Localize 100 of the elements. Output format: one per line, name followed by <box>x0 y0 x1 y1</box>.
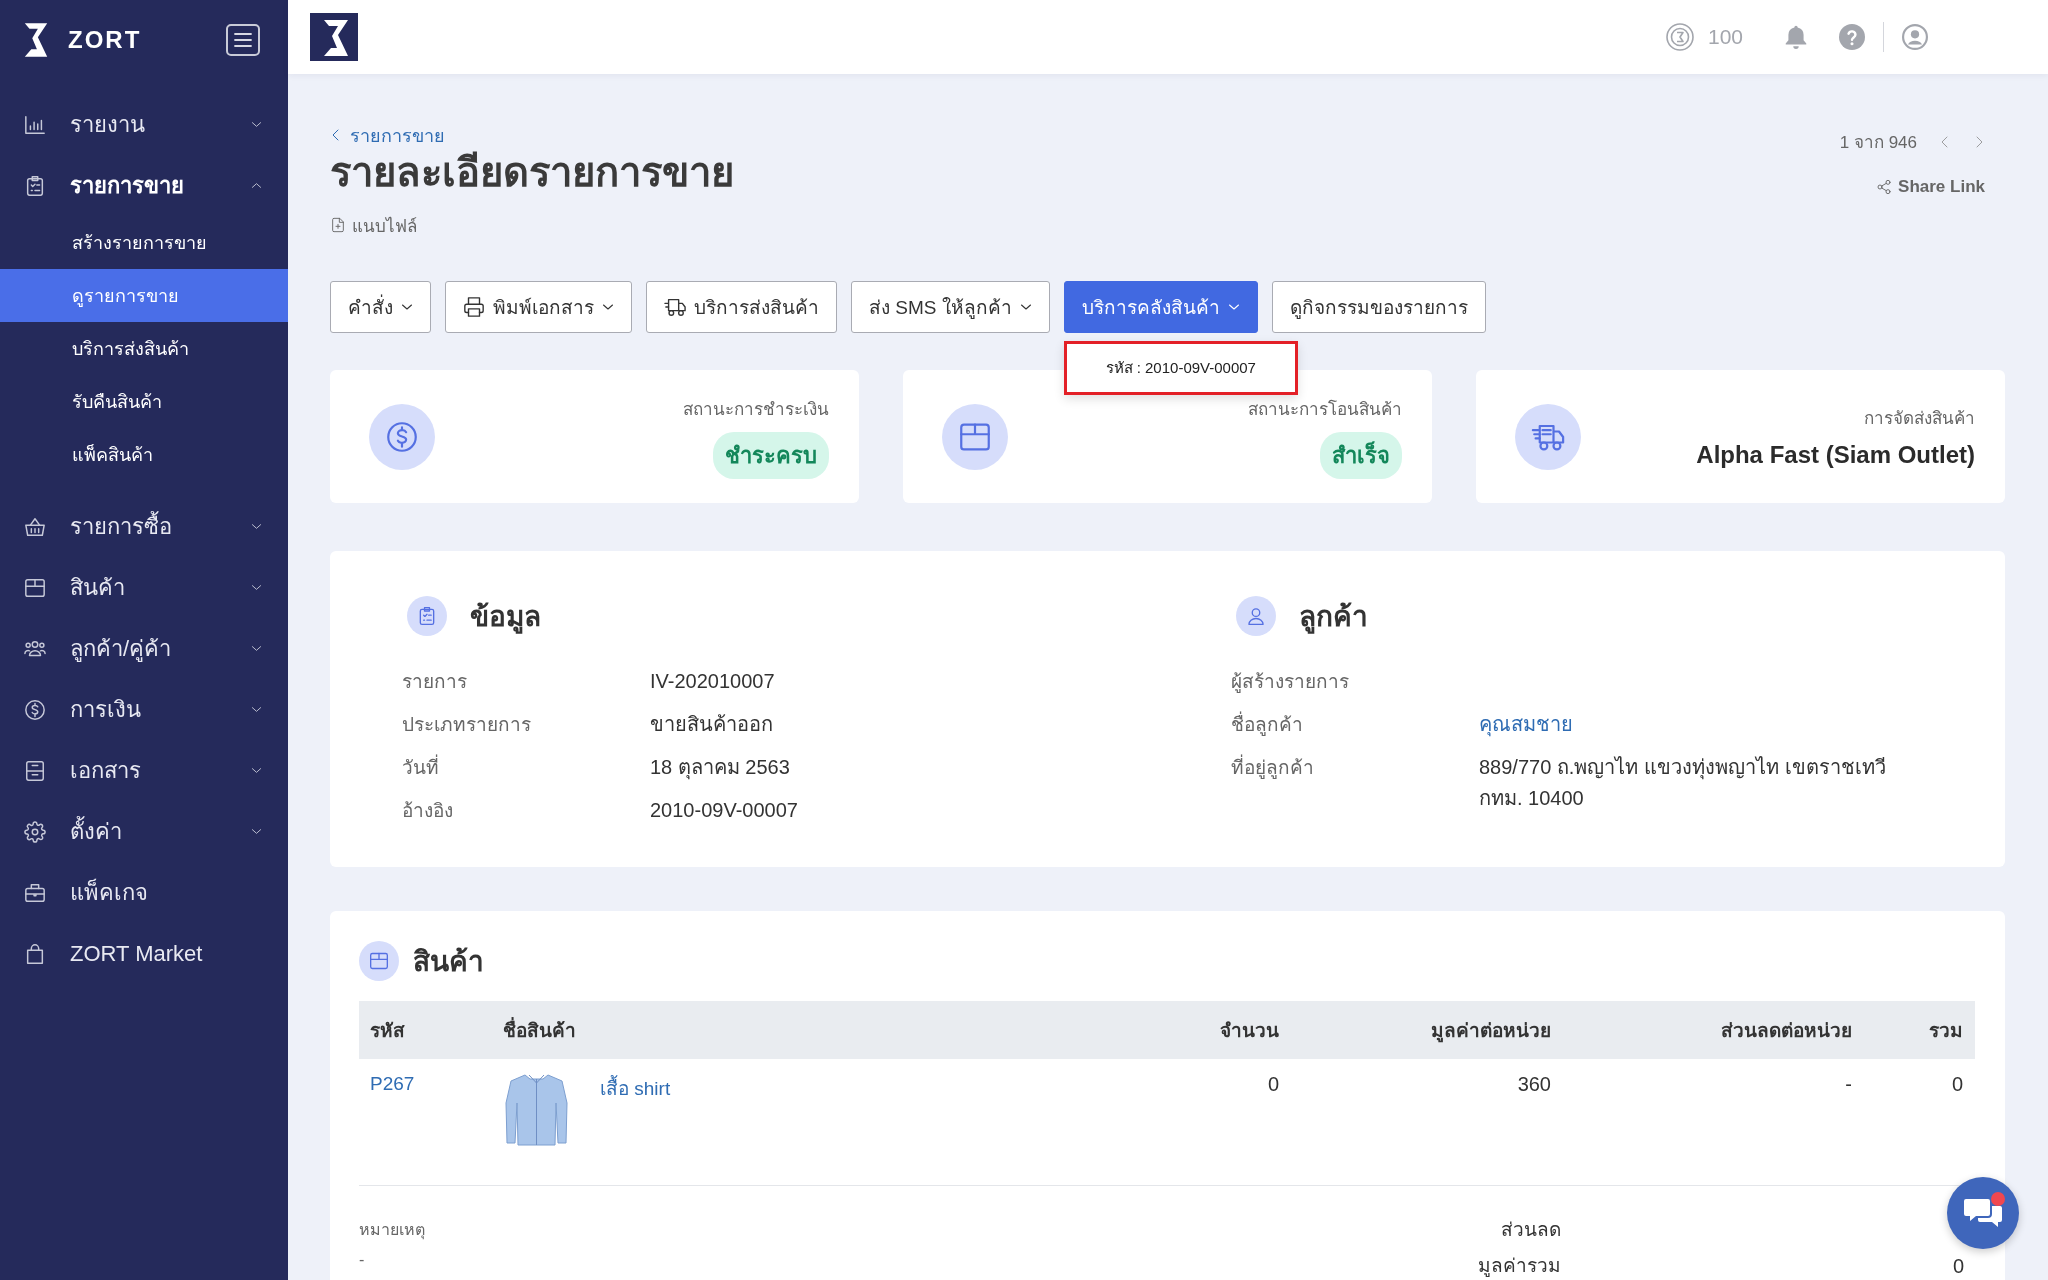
field-value: 889/770 ถ.พญาไท แขวงทุ่งพญาไท เขตราชเทวี กทม. 10400 <box>1479 755 1887 811</box>
table-cell: 360 <box>1517 1073 1551 1096</box>
menu-button[interactable] <box>226 24 260 56</box>
user-icon[interactable] <box>1902 24 1928 50</box>
nav-item[interactable]: รายการขาย <box>0 155 288 216</box>
credit-count: 100 <box>1707 25 1743 49</box>
section-title: สินค้า <box>413 945 484 979</box>
share-icon <box>1876 179 1893 195</box>
menu-icon <box>234 33 252 47</box>
box-icon <box>942 403 1008 470</box>
chevron-down-icon <box>251 765 262 776</box>
toolbar-button[interactable]: บริการส่งสินค้า <box>646 281 837 333</box>
clipboard-icon <box>24 174 46 197</box>
nav-subitem[interactable]: แพ็คสินค้า <box>0 428 288 481</box>
toolbar-button[interactable]: ส่ง SMS ให้ลูกค้า <box>851 281 1050 333</box>
field-value: IV-202010007 <box>650 669 775 694</box>
status-badge: สำเร็จ <box>1320 431 1402 479</box>
nav-subitem[interactable]: บริการส่งสินค้า <box>0 322 288 375</box>
nav-item[interactable]: ZORT Market <box>0 923 288 984</box>
column-header: ส่วนลดต่อหน่วย <box>1721 1019 1852 1043</box>
status-label: สถานะการโอนสินค้า <box>1248 398 1402 421</box>
chevron-down-icon <box>251 119 262 130</box>
status-label: การจัดส่งสินค้า <box>1864 408 1975 430</box>
nav-item[interactable]: เอกสาร <box>0 740 288 801</box>
notification-dot-icon <box>1991 1192 2005 1206</box>
chevron-down-icon <box>251 643 262 654</box>
gear-icon <box>24 820 46 843</box>
chevron-down-icon <box>251 582 262 593</box>
nav-subitem[interactable]: รับคืนสินค้า <box>0 375 288 428</box>
summary-label: มูลค่ารวม <box>1478 1254 1561 1278</box>
nav-item[interactable]: การเงิน <box>0 679 288 740</box>
field-label: ประเภทรายการ <box>402 713 531 737</box>
field-label: อ้างอิง <box>402 799 453 823</box>
field-label: ผู้สร้างรายการ <box>1231 670 1349 695</box>
product-name-link[interactable]: เสื้อ shirt <box>600 1073 671 1103</box>
printer-icon <box>463 296 485 318</box>
logo-icon <box>22 21 50 59</box>
user-icon <box>1236 596 1276 636</box>
cabinet-icon <box>24 759 46 782</box>
nav-item[interactable]: ลูกค้า/คู่ค้า <box>0 618 288 679</box>
breadcrumb-link[interactable]: รายการขาย <box>330 124 445 146</box>
brand-name: ZORT <box>68 26 142 54</box>
pager-text: 1 จาก 946 <box>1839 132 1917 154</box>
column-header: มูลค่าต่อหน่วย <box>1431 1019 1551 1045</box>
status-label: สถานะการชำระเงิน <box>683 398 829 421</box>
briefcase-icon <box>24 881 46 904</box>
section-title: ข้อมูล <box>470 600 541 636</box>
chevron-down-icon <box>251 826 262 837</box>
toolbar-button[interactable]: พิมพ์เอกสาร <box>445 281 632 333</box>
table-cell: 0 <box>1267 1073 1279 1096</box>
chat-icon <box>1964 1196 2002 1230</box>
summary-label: ส่วนลด <box>1501 1218 1561 1242</box>
customer-link[interactable]: คุณสมชาย <box>1479 703 1573 746</box>
dollar-icon <box>369 403 435 470</box>
chevron-down-icon <box>251 704 262 715</box>
chevron-down-icon <box>251 521 262 532</box>
field-value: 18 ตุลาคม 2563 <box>650 755 790 782</box>
dollar-icon <box>24 698 46 721</box>
toolbar-button[interactable]: ดูกิจกรรมของรายการ <box>1271 281 1486 333</box>
file-plus-icon <box>330 216 346 234</box>
menu-item[interactable]: รหัส : 2010-09V-00007 <box>1063 341 1298 395</box>
page-title: รายละเอียดรายการขาย <box>330 149 734 196</box>
field-value: 2010-09V-00007 <box>650 798 798 823</box>
bell-icon[interactable] <box>1783 24 1809 50</box>
column-header: รวม <box>1929 1019 1963 1043</box>
basket-icon <box>24 515 46 538</box>
truck-icon <box>1515 403 1581 470</box>
share-link[interactable]: Share Link <box>1876 177 1985 197</box>
help-icon[interactable] <box>1839 24 1865 50</box>
box-icon <box>24 576 46 599</box>
bar-chart-icon <box>24 113 46 136</box>
field-label: วันที่ <box>402 746 439 789</box>
truck-icon <box>664 296 686 318</box>
toolbar-button[interactable]: บริการคลังสินค้า <box>1063 281 1258 333</box>
table-cell: - <box>1845 1073 1852 1096</box>
field-label: ที่อยู่ลูกค้า <box>1231 746 1314 789</box>
clipboard-icon <box>407 596 447 636</box>
attach-file-link[interactable]: แนบไฟล์ <box>330 213 417 237</box>
column-header: รหัส <box>370 1019 405 1043</box>
column-header: จำนวน <box>1220 1019 1279 1043</box>
status-value: Alpha Fast (Siam Outlet) <box>1696 441 1975 469</box>
bag-icon <box>24 942 46 965</box>
notes-label: หมายเหตุ <box>359 1220 425 1242</box>
summary-value: 0 <box>1952 1254 1964 1278</box>
chevron-up-icon <box>251 180 262 191</box>
nav-subitem[interactable]: สร้างรายการขาย <box>0 216 288 269</box>
logo-icon[interactable] <box>310 13 358 61</box>
status-badge: ชำระครบ <box>713 431 829 479</box>
toolbar-button[interactable]: คำสั่ง <box>330 281 431 333</box>
nav-item[interactable]: รายงาน <box>0 94 288 155</box>
nav-subitem[interactable]: ดูรายการขาย <box>0 269 288 322</box>
table-cell: 0 <box>1951 1073 1963 1096</box>
product-code-link[interactable]: P267 <box>370 1073 415 1095</box>
box-icon <box>359 941 399 981</box>
nav-item[interactable]: สินค้า <box>0 557 288 618</box>
nav-item[interactable]: รายการซื้อ <box>0 496 288 557</box>
notes-value: - <box>359 1250 365 1270</box>
field-label: รายการ <box>402 670 467 694</box>
nav-item[interactable]: ตั้งค่า <box>0 801 288 862</box>
nav-item[interactable]: แพ็คเกจ <box>0 862 288 923</box>
